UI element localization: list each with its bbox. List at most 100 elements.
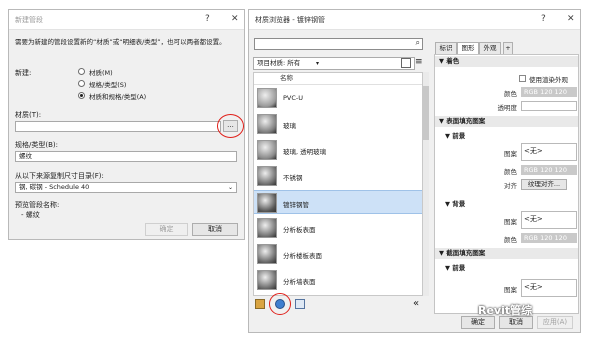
size-catalog-label: 从以下来源复制尺寸目录(F):: [15, 172, 104, 180]
transparency-label: 透明度: [497, 104, 518, 112]
tab-graphics[interactable]: 图形: [457, 42, 479, 54]
new-label: 新建:: [15, 69, 32, 77]
cut-pattern-value[interactable]: <无>: [521, 279, 577, 297]
fg-pattern-value[interactable]: <无>: [521, 143, 577, 161]
radio-spec[interactable]: [78, 80, 85, 87]
tab-appearance[interactable]: 外观: [479, 42, 501, 54]
color-label: 颜色: [504, 90, 517, 98]
help-button[interactable]: ?: [541, 14, 546, 24]
fg-color-value[interactable]: RGB 120 120 120: [521, 165, 577, 175]
bg-color-value[interactable]: RGB 120 120 120: [521, 233, 577, 243]
browser-title: 材质浏览器 - 镀锌钢管: [255, 15, 325, 24]
material-swatch: [257, 218, 277, 238]
chevron-down-icon: ⌄: [227, 184, 233, 191]
shading-color-value[interactable]: RGB 120 120 120: [521, 87, 577, 97]
material-row[interactable]: 镀锌钢管: [254, 190, 422, 214]
align-label: 对齐: [504, 182, 517, 190]
preview-label: 预览管段名称:: [15, 201, 60, 209]
ok-button[interactable]: 确定: [145, 223, 188, 236]
background-heading[interactable]: ▼ 背景: [445, 198, 465, 208]
scrollbar-thumb[interactable]: [423, 86, 429, 140]
material-row[interactable]: 玻璃, 透明玻璃: [254, 138, 422, 162]
pattern-label: 图案: [504, 150, 517, 158]
radio-spec-label: 规格/类型(S): [89, 81, 127, 89]
material-name: 不锈钢: [283, 174, 303, 182]
material-row[interactable]: PVC-U: [254, 86, 422, 110]
pattern-label: 图案: [504, 218, 517, 226]
graphics-properties: ▼ 着色 使用渲染外观 颜色 RGB 120 120 120 透明度 ▼ 表面填…: [434, 54, 579, 314]
spec-field[interactable]: 螺纹: [15, 151, 237, 162]
material-swatch: [257, 114, 277, 134]
material-label: 材质(T):: [15, 111, 42, 119]
material-swatch: [257, 140, 277, 160]
view-toggle-icon[interactable]: [401, 58, 411, 68]
material-row[interactable]: 分析板表面: [254, 216, 422, 240]
new-pipe-segment-dialog: 新建管段 ? ✕ 需要为新建的管段设置新的“材质”或“明细表/类型”，也可以两者…: [8, 9, 245, 240]
use-render-checkbox[interactable]: [519, 75, 526, 82]
material-field[interactable]: [15, 121, 221, 132]
close-button[interactable]: ✕: [567, 14, 575, 24]
material-swatch: [257, 166, 277, 186]
list-scrollbar[interactable]: [423, 72, 429, 296]
apply-button[interactable]: 应用(A): [537, 316, 573, 329]
cut-foreground-label: 前景: [452, 264, 466, 272]
material-list: 名称 PVC-U 玻璃玻璃, 透明玻璃 不锈钢镀锌钢管分析板表面分析楼板表面 分析墙表…: [253, 72, 423, 296]
search-icon: ⌕: [415, 38, 420, 47]
preview-value: - 螺纹: [21, 211, 40, 219]
close-button[interactable]: ✕: [231, 14, 239, 24]
pattern-label: 图案: [504, 286, 517, 294]
color-label: 颜色: [504, 236, 517, 244]
collapse-panel-button[interactable]: «: [413, 298, 419, 309]
section-cut-pattern[interactable]: ▼ 截面填充图案: [435, 248, 578, 259]
cut-foreground-heading[interactable]: ▼ 前景: [445, 262, 465, 272]
material-row[interactable]: 分析墙表面: [254, 268, 422, 292]
transparency-field[interactable]: [521, 101, 577, 111]
material-name: 分析墙表面: [283, 278, 316, 286]
search-input[interactable]: ⌕: [254, 38, 423, 50]
material-swatch: [257, 270, 277, 290]
size-catalog-value: 钢, 碳钢 - Schedule 40: [19, 183, 90, 191]
add-tab-button[interactable]: +: [503, 42, 513, 54]
material-name: PVC-U: [283, 94, 304, 102]
material-swatch: [257, 193, 277, 213]
background-label: 背景: [452, 200, 466, 208]
radio-material-and-spec[interactable]: [78, 92, 85, 99]
highlight-circle: [269, 293, 291, 315]
dialog-title: 新建管段: [15, 15, 43, 24]
library-icon[interactable]: [255, 299, 265, 309]
filter-dropdown[interactable]: 项目材质: 所有 ▾: [253, 57, 415, 70]
bottom-toolbar: «: [253, 293, 429, 315]
bg-pattern-value[interactable]: <无>: [521, 211, 577, 229]
spec-label: 规格/类型(B):: [15, 141, 58, 149]
material-name: 玻璃: [283, 122, 296, 130]
watermark-text: Revit管综: [478, 304, 533, 317]
chevron-down-icon: ▾: [316, 60, 320, 67]
material-swatch: [257, 244, 277, 264]
list-header: 名称: [254, 73, 422, 85]
radio-material[interactable]: [78, 68, 85, 75]
help-button[interactable]: ?: [205, 14, 210, 24]
color-label: 颜色: [504, 168, 517, 176]
material-name: 分析板表面: [283, 226, 316, 234]
material-browser-dialog: 材质浏览器 - 镀锌钢管 ? ✕ ⌕ 项目材质: 所有 ▾ ≡ 名称 PVC-U…: [248, 9, 581, 333]
material-name: 分析楼板表面: [283, 252, 322, 260]
highlight-circle: [217, 114, 244, 138]
instruction-text: 需要为新建的管段设置新的“材质”或“明细表/类型”，也可以两者都设置。: [15, 38, 226, 46]
cancel-button[interactable]: 取消: [192, 223, 238, 236]
section-cut-pattern-label: 截面填充图案: [446, 249, 486, 257]
material-swatch: [257, 88, 277, 108]
size-catalog-select[interactable]: 钢, 碳钢 - Schedule 40 ⌄: [15, 182, 237, 193]
section-surface-pattern[interactable]: ▼ 表面填充图案: [435, 116, 578, 127]
foreground-heading[interactable]: ▼ 前景: [445, 130, 465, 140]
section-shading[interactable]: ▼ 着色: [435, 56, 578, 67]
radio-material-label: 材质(M): [89, 69, 113, 77]
radio-material-and-spec-label: 材质和规格/类型(A): [89, 93, 147, 101]
asset-browser-icon[interactable]: [295, 299, 305, 309]
material-row[interactable]: 分析楼板表面: [254, 242, 422, 266]
texture-align-button[interactable]: 纹理对齐...: [521, 179, 567, 190]
material-row[interactable]: 玻璃: [254, 112, 422, 136]
tab-identity[interactable]: 标识: [435, 42, 457, 54]
material-name: 玻璃, 透明玻璃: [283, 148, 327, 156]
list-options-icon[interactable]: ≡: [415, 58, 425, 68]
material-row[interactable]: 不锈钢: [254, 164, 422, 188]
